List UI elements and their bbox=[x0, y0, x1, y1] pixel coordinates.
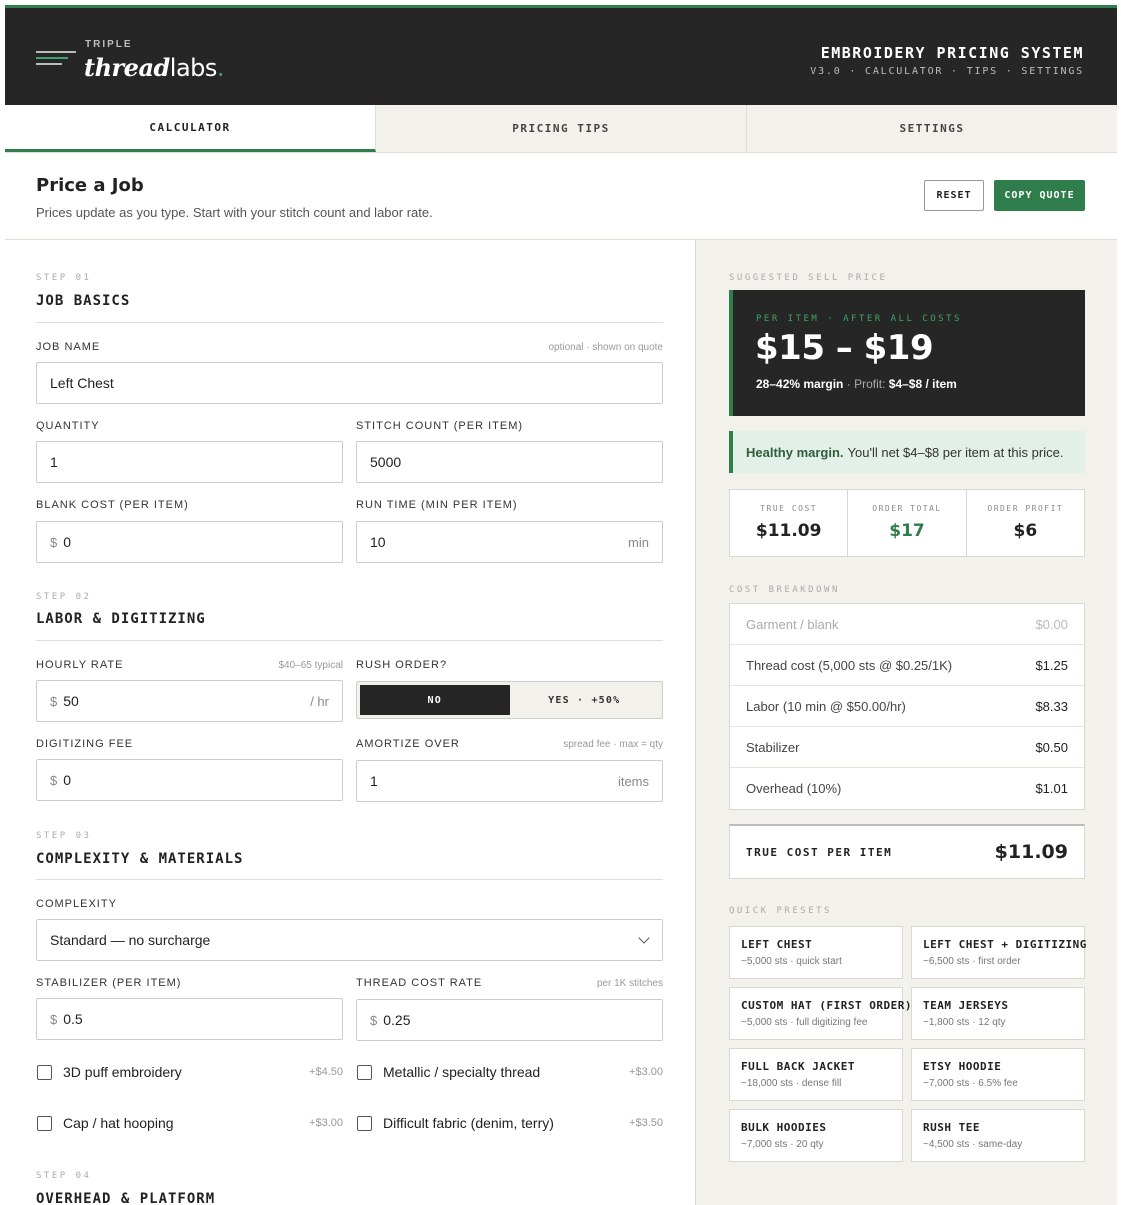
rush-order-toggle: NO YES · +50% bbox=[356, 681, 663, 719]
section-title: LABOR & DIGITIZING bbox=[36, 611, 206, 627]
preset-custom-hat[interactable]: CUSTOM HAT (FIRST ORDER) ~5,000 sts · ful… bbox=[729, 987, 911, 1040]
hourly-rate-input[interactable]: $50/ hr bbox=[36, 680, 343, 722]
presets-caption: QUICK PRESETS bbox=[729, 906, 832, 916]
digitizing-fee-label: DIGITIZING FEE bbox=[36, 738, 134, 750]
app-frame: TRIPLE threadlabs. EMBROIDERY PRICING SY… bbox=[5, 5, 1117, 1205]
stabilizer-input[interactable]: $0.5 bbox=[36, 998, 343, 1040]
stitch-count-label: STITCH COUNT (PER ITEM) bbox=[356, 420, 524, 432]
price-meta: 28–42% margin · Profit: $4–$8 / item bbox=[756, 377, 957, 391]
divider bbox=[36, 879, 663, 880]
sell-price-caption: SUGGESTED SELL PRICE bbox=[729, 273, 888, 283]
quantity-label: QUANTITY bbox=[36, 420, 100, 432]
blank-cost-input[interactable]: $0 bbox=[36, 521, 343, 563]
preset-left-chest-digitizing[interactable]: LEFT CHEST + DIGITIZING ~6,500 sts · firs… bbox=[911, 926, 1086, 979]
reset-button[interactable]: RESET bbox=[924, 180, 984, 211]
option-metallic-thread[interactable]: Metallic / specialty thread +$3.00 bbox=[357, 1064, 663, 1080]
section-title: COMPLEXITY & MATERIALS bbox=[36, 851, 244, 867]
complexity-select[interactable]: Standard — no surcharge bbox=[36, 919, 663, 961]
breakdown-row: Stabilizer $0.50 bbox=[730, 727, 1084, 768]
page-header: Price a Job Prices update as you type. S… bbox=[5, 153, 1117, 240]
job-name-hint: optional · shown on quote bbox=[548, 342, 663, 353]
margin-alert: Healthy margin. You'll net $4–$8 per item… bbox=[729, 431, 1085, 473]
suggested-price: $15 – $19 bbox=[755, 328, 934, 368]
stitch-count-input[interactable]: 5000 bbox=[356, 441, 663, 483]
complexity-label: COMPLEXITY bbox=[36, 898, 117, 910]
hourly-rate-hint: $40–65 typical bbox=[278, 660, 344, 671]
rush-order-label: RUSH ORDER? bbox=[356, 659, 448, 671]
preset-bulk-hoodies[interactable]: BULK HOODIES ~7,000 sts · 20 qty bbox=[729, 1109, 903, 1162]
preset-left-chest[interactable]: LEFT CHEST ~5,000 sts · quick start bbox=[729, 926, 903, 979]
preset-full-back-jacket[interactable]: FULL BACK JACKET ~18,000 sts · dense fill bbox=[729, 1048, 903, 1101]
job-name-input[interactable]: Left Chest bbox=[36, 362, 663, 404]
logo-wordmark: threadlabs. bbox=[84, 53, 225, 82]
app-header: TRIPLE threadlabs. EMBROIDERY PRICING SY… bbox=[5, 8, 1117, 105]
checkbox[interactable] bbox=[357, 1064, 372, 1080]
system-title: EMBROIDERY PRICING SYSTEM bbox=[820, 44, 1084, 62]
divider bbox=[36, 322, 663, 323]
rush-no-option[interactable]: NO bbox=[360, 685, 510, 715]
sell-price-card: PER ITEM · AFTER ALL COSTS $15 – $19 28–… bbox=[729, 290, 1085, 416]
quantity-input[interactable]: 1 bbox=[36, 441, 343, 483]
chevron-down-icon bbox=[638, 932, 650, 944]
job-name-label: JOB NAME bbox=[36, 341, 101, 353]
stat-order-profit: ORDER PROFIT $6 bbox=[987, 504, 1064, 541]
stats-row: TRUE COST $11.09 ORDER TOTAL $17 ORDER PRO… bbox=[729, 489, 1085, 557]
section-title: OVERHEAD & PLATFORM bbox=[36, 1191, 216, 1205]
tab-pricing-tips[interactable]: PRICING TIPS bbox=[376, 105, 747, 152]
step-label: STEP 01 bbox=[36, 273, 92, 283]
main-tabs: CALCULATOR PRICING TIPS SETTINGS bbox=[5, 105, 1117, 153]
price-card-caption: PER ITEM · AFTER ALL COSTS bbox=[756, 314, 962, 324]
preset-rush-tee[interactable]: RUSH TEE ~4,500 sts · same-day bbox=[911, 1109, 1085, 1162]
true-cost-total: TRUE COST PER ITEM $11.09 bbox=[729, 824, 1085, 879]
run-time-input[interactable]: 10 min bbox=[356, 521, 663, 563]
breakdown-row: Garment / blank $0.00 bbox=[730, 604, 1084, 645]
breakdown-row: Labor (10 min @ $50.00/hr) $8.33 bbox=[730, 686, 1084, 727]
page-subtitle: Prices update as you type. Start with yo… bbox=[36, 205, 433, 220]
blank-cost-label: BLANK COST (PER ITEM) bbox=[36, 499, 189, 511]
divider bbox=[36, 640, 663, 641]
preset-etsy-hoodie[interactable]: ETSY HOODIE ~7,000 sts · 6.5% fee bbox=[911, 1048, 1085, 1101]
amortize-label: AMORTIZE OVER bbox=[356, 738, 460, 750]
hourly-rate-label: HOURLY RATE bbox=[36, 659, 124, 671]
section-title: JOB BASICS bbox=[36, 293, 131, 309]
stat-order-total: ORDER TOTAL $17 bbox=[848, 490, 967, 556]
run-time-label: RUN TIME (MIN PER ITEM) bbox=[356, 499, 518, 511]
tab-settings[interactable]: SETTINGS bbox=[747, 105, 1117, 152]
rush-yes-option[interactable]: YES · +50% bbox=[510, 685, 660, 715]
stat-true-cost: TRUE COST $11.09 bbox=[730, 490, 849, 556]
logo-eyebrow: TRIPLE bbox=[85, 39, 133, 50]
amortize-hint: spread fee · max = qty bbox=[563, 739, 663, 750]
copy-quote-button[interactable]: COPY QUOTE bbox=[994, 180, 1085, 211]
logo-lines-icon bbox=[36, 51, 76, 69]
preset-team-jerseys[interactable]: TEAM JERSEYS ~1,800 sts · 12 qty bbox=[911, 987, 1085, 1040]
breakdown-row: Overhead (10%) $1.01 bbox=[746, 781, 1068, 796]
checkbox[interactable] bbox=[357, 1115, 372, 1131]
option-3d-puff[interactable]: 3D puff embroidery +$4.50 bbox=[37, 1064, 343, 1080]
system-subtitle: V3.0 · CALCULATOR · TIPS · SETTINGS bbox=[810, 66, 1084, 77]
breakdown-caption: COST BREAKDOWN bbox=[729, 585, 840, 595]
cost-breakdown: Garment / blank $0.00 Thread cost (5,000 … bbox=[729, 603, 1085, 810]
thread-rate-hint: per 1K stitches bbox=[596, 978, 663, 989]
step-label: STEP 03 bbox=[36, 831, 92, 841]
checkbox[interactable] bbox=[37, 1115, 52, 1131]
amortize-input[interactable]: 1 items bbox=[356, 760, 663, 802]
thread-rate-input[interactable]: $0.25 bbox=[356, 999, 663, 1041]
tab-calculator[interactable]: CALCULATOR bbox=[5, 105, 376, 152]
breakdown-row: Thread cost (5,000 sts @ $0.25/1K) $1.25 bbox=[730, 645, 1084, 686]
step-label: STEP 04 bbox=[36, 1171, 92, 1181]
option-cap-hooping[interactable]: Cap / hat hooping +$3.00 bbox=[37, 1115, 343, 1131]
summary-panel: SUGGESTED SELL PRICE PER ITEM · AFTER AL… bbox=[696, 240, 1117, 1205]
option-difficult-fabric[interactable]: Difficult fabric (denim, terry) +$3.50 bbox=[357, 1115, 663, 1131]
step-label: STEP 02 bbox=[36, 592, 92, 602]
checkbox[interactable] bbox=[37, 1064, 52, 1080]
page-title: Price a Job bbox=[36, 175, 144, 196]
stabilizer-label: STABILIZER (PER ITEM) bbox=[36, 977, 182, 989]
calculator-form: STEP 01 JOB BASICS JOB NAME optional · s… bbox=[5, 240, 696, 1205]
digitizing-fee-input[interactable]: $0 bbox=[36, 759, 343, 801]
